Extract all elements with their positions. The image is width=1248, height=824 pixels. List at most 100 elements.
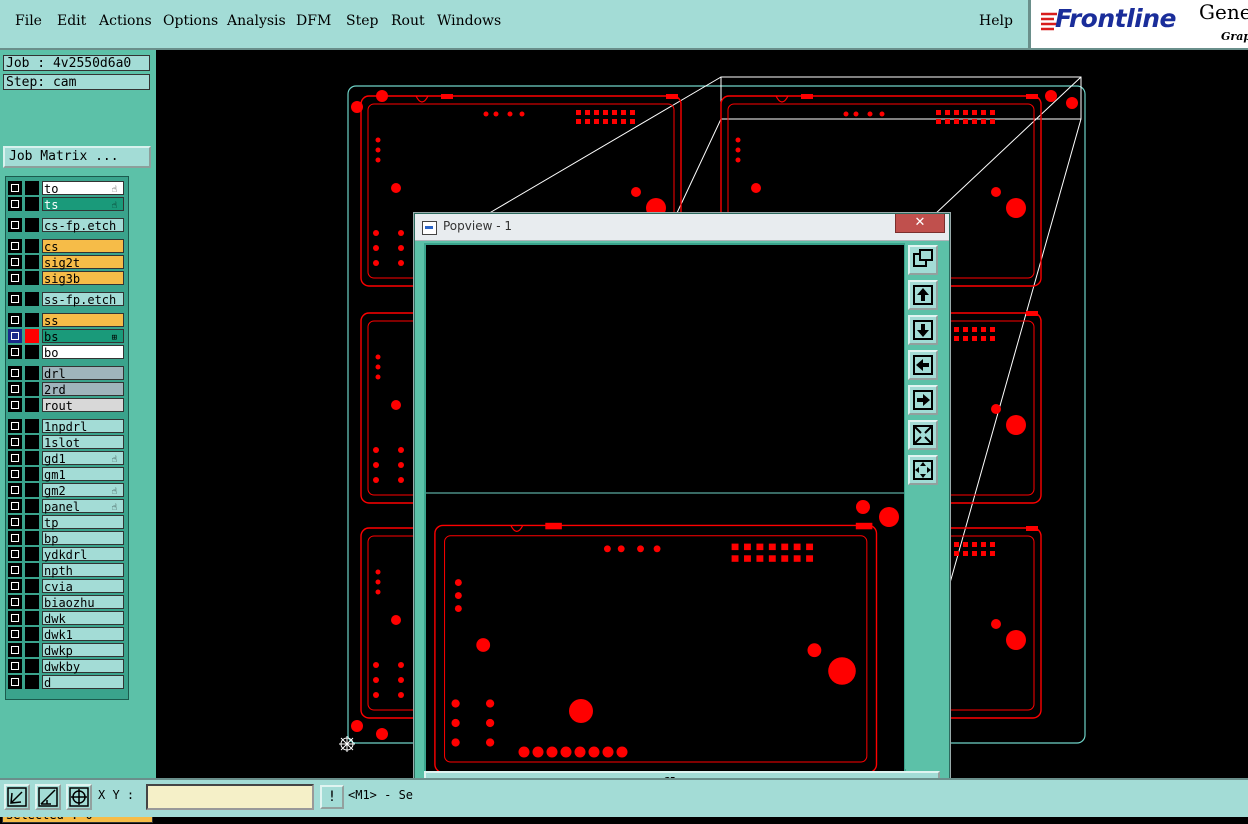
layer-name[interactable]: 1npdrl xyxy=(42,419,124,434)
layer-name[interactable]: d xyxy=(42,675,124,690)
layer-checkbox[interactable] xyxy=(8,531,22,545)
layer-checkbox[interactable] xyxy=(8,435,22,449)
layer-color-swatch[interactable] xyxy=(25,366,39,380)
layer-row-sig2t[interactable]: sig2t xyxy=(6,254,128,270)
layer-color-swatch[interactable] xyxy=(25,382,39,396)
layer-checkbox[interactable] xyxy=(8,451,22,465)
layer-color-swatch[interactable] xyxy=(25,531,39,545)
zoom-out-button[interactable] xyxy=(908,455,938,485)
layer-color-swatch[interactable] xyxy=(25,292,39,306)
zoom-extents-button[interactable] xyxy=(908,245,938,275)
layer-color-swatch[interactable] xyxy=(25,563,39,577)
layer-checkbox[interactable] xyxy=(8,419,22,433)
layer-checkbox[interactable] xyxy=(8,595,22,609)
layer-checkbox[interactable] xyxy=(8,382,22,396)
xy-input[interactable] xyxy=(146,784,314,810)
layer-row-dwk1[interactable]: dwk1 xyxy=(6,626,128,642)
layer-row-gm2[interactable]: gm2 ☝ xyxy=(6,482,128,498)
message-button[interactable]: ! xyxy=(320,785,344,809)
layer-name[interactable]: gd1 ☝ xyxy=(42,451,124,466)
layer-row-1npdrl[interactable]: 1npdrl xyxy=(6,418,128,434)
layer-color-swatch[interactable] xyxy=(25,218,39,232)
layer-row-ss[interactable]: ss xyxy=(6,312,128,328)
layer-name[interactable]: cvia xyxy=(42,579,124,594)
layer-color-swatch[interactable] xyxy=(25,467,39,481)
layer-color-swatch[interactable] xyxy=(25,499,39,513)
layer-name[interactable]: ts ☝ xyxy=(42,197,124,212)
layer-row-gd1[interactable]: gd1 ☝ xyxy=(6,450,128,466)
layer-row-cs[interactable]: cs xyxy=(6,238,128,254)
layer-row-to[interactable]: to ☝ xyxy=(6,180,128,196)
menu-dfm[interactable]: DFM xyxy=(296,13,331,29)
layer-row-ss-fp.etch[interactable]: ss-fp.etch xyxy=(6,291,128,307)
pan-right-button[interactable] xyxy=(908,385,938,415)
layer-checkbox[interactable] xyxy=(8,329,22,343)
layer-name[interactable]: ss-fp.etch xyxy=(42,292,124,307)
layer-checkbox[interactable] xyxy=(8,499,22,513)
measure-button[interactable] xyxy=(35,784,61,810)
layer-row-2rd[interactable]: 2rd xyxy=(6,381,128,397)
layer-color-swatch[interactable] xyxy=(25,181,39,195)
layer-checkbox[interactable] xyxy=(8,611,22,625)
layer-name[interactable]: rout xyxy=(42,398,124,413)
layer-color-swatch[interactable] xyxy=(25,329,39,343)
layer-checkbox[interactable] xyxy=(8,197,22,211)
layer-color-swatch[interactable] xyxy=(25,197,39,211)
layer-row-bp[interactable]: bp xyxy=(6,530,128,546)
layer-checkbox[interactable] xyxy=(8,366,22,380)
layer-row-biaozhu[interactable]: biaozhu xyxy=(6,594,128,610)
layer-checkbox[interactable] xyxy=(8,643,22,657)
layer-row-sig3b[interactable]: sig3b xyxy=(6,270,128,286)
layer-row-rout[interactable]: rout xyxy=(6,397,128,413)
layer-color-swatch[interactable] xyxy=(25,271,39,285)
menu-file[interactable]: File xyxy=(15,13,42,29)
layer-name[interactable]: sig2t xyxy=(42,255,124,270)
menu-windows[interactable]: Windows xyxy=(437,13,501,29)
layer-name[interactable]: cs-fp.etch xyxy=(42,218,124,233)
pan-down-button[interactable] xyxy=(908,315,938,345)
layer-checkbox[interactable] xyxy=(8,255,22,269)
layer-checkbox[interactable] xyxy=(8,181,22,195)
layer-name[interactable]: 2rd xyxy=(42,382,124,397)
layer-color-swatch[interactable] xyxy=(25,643,39,657)
layer-name[interactable]: dwkp xyxy=(42,643,124,658)
layer-color-swatch[interactable] xyxy=(25,659,39,673)
layer-name[interactable]: dwk1 xyxy=(42,627,124,642)
layer-name[interactable]: 1slot xyxy=(42,435,124,450)
layer-name[interactable]: npth xyxy=(42,563,124,578)
layer-row-ydkdrl[interactable]: ydkdrl xyxy=(6,546,128,562)
layer-name[interactable]: ss xyxy=(42,313,124,328)
job-matrix-button[interactable]: Job Matrix ... xyxy=(3,146,151,168)
layer-row-panel[interactable]: panel ☝ xyxy=(6,498,128,514)
menu-help[interactable]: Help xyxy=(979,13,1013,29)
layer-name[interactable]: to ☝ xyxy=(42,181,124,196)
layer-name[interactable]: bo xyxy=(42,345,124,360)
layer-name[interactable]: tp xyxy=(42,515,124,530)
layer-row-dwkp[interactable]: dwkp xyxy=(6,642,128,658)
pointer-button[interactable] xyxy=(4,784,30,810)
layer-color-swatch[interactable] xyxy=(25,515,39,529)
layer-color-swatch[interactable] xyxy=(25,435,39,449)
layer-row-d[interactable]: d xyxy=(6,674,128,690)
menu-rout[interactable]: Rout xyxy=(391,13,425,29)
layer-row-cvia[interactable]: cvia xyxy=(6,578,128,594)
layer-name[interactable]: panel ☝ xyxy=(42,499,124,514)
layer-color-swatch[interactable] xyxy=(25,239,39,253)
window-close-button[interactable]: ✕ xyxy=(895,214,945,233)
layer-name[interactable]: dwkby xyxy=(42,659,124,674)
layer-name[interactable]: drl xyxy=(42,366,124,381)
popview-titlebar[interactable]: Popview - 1 ✕ xyxy=(415,214,949,241)
layer-checkbox[interactable] xyxy=(8,675,22,689)
layer-row-dwk[interactable]: dwk xyxy=(6,610,128,626)
layer-row-gm1[interactable]: gm1 xyxy=(6,466,128,482)
menu-analysis[interactable]: Analysis xyxy=(227,13,286,29)
layer-color-swatch[interactable] xyxy=(25,345,39,359)
layer-color-swatch[interactable] xyxy=(25,547,39,561)
zoom-in-button[interactable] xyxy=(908,420,938,450)
menu-options[interactable]: Options xyxy=(163,13,218,29)
layer-name[interactable]: dwk xyxy=(42,611,124,626)
layer-row-1slot[interactable]: 1slot xyxy=(6,434,128,450)
layer-row-ts[interactable]: ts ☝ xyxy=(6,196,128,212)
layer-color-swatch[interactable] xyxy=(25,451,39,465)
layer-name[interactable]: biaozhu xyxy=(42,595,124,610)
